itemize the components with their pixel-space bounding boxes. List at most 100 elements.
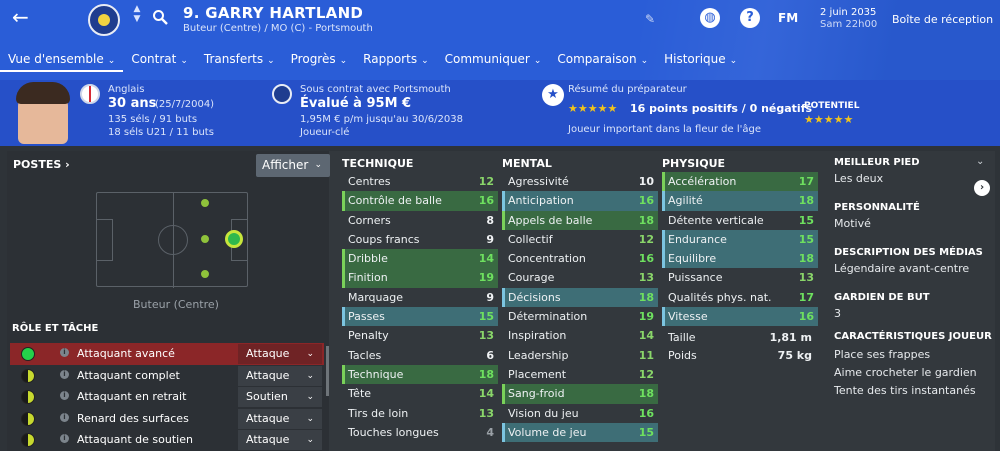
attribute-row[interactable]: Vision du jeu 16	[502, 404, 658, 423]
key-attribute-marker	[662, 229, 665, 250]
tab-communiquer[interactable]: Communiquer ⌄	[437, 46, 550, 72]
search-icon[interactable]	[152, 9, 168, 25]
attribute-row[interactable]: Volume de jeu 15	[502, 422, 658, 443]
position-dot-am-centre[interactable]	[200, 234, 210, 244]
attribute-value: 9	[486, 232, 494, 246]
back-arrow-icon[interactable]: ←	[12, 6, 34, 28]
attribute-row[interactable]: Marquage 9	[342, 288, 498, 307]
positions-title[interactable]: POSTES ›	[13, 158, 70, 171]
attribute-row[interactable]: Agressivité 10	[502, 172, 658, 191]
attribute-name: Leadership	[508, 348, 569, 362]
inbox-button[interactable]: Boîte de réception	[892, 13, 993, 26]
attribute-row[interactable]: Technique 18	[342, 364, 498, 385]
attribute-row[interactable]: Contrôle de balle 16	[342, 191, 498, 211]
attribute-row[interactable]: Appels de balle 18	[502, 210, 658, 230]
tab-historique[interactable]: Historique ⌄	[656, 46, 745, 72]
attribute-row[interactable]: Leadership 11	[502, 346, 658, 365]
duty-dropdown[interactable]: Soutien ⌄	[238, 387, 322, 407]
attribute-row[interactable]: Détente verticale 15	[662, 211, 818, 230]
attribute-row[interactable]: Endurance 15	[662, 229, 818, 250]
attribute-name: Décisions	[508, 290, 561, 304]
position-dot-striker[interactable]	[225, 230, 243, 248]
attribute-row[interactable]: Puissance 13	[662, 268, 818, 287]
attribute-value: 11	[638, 348, 654, 362]
role-row[interactable]: i Attaquant avancé Attaque ⌄	[10, 343, 324, 365]
help-icon[interactable]: ?	[740, 8, 760, 28]
role-row[interactable]: i Attaquant complet Attaque ⌄	[10, 365, 324, 387]
chevron-down-icon: ⌄	[306, 392, 314, 402]
attribute-row[interactable]: Inspiration 14	[502, 326, 658, 345]
duty-dropdown[interactable]: Attaque ⌄	[238, 430, 322, 450]
club-crest-icon[interactable]	[88, 4, 120, 36]
tab-transferts[interactable]: Transferts ⌄	[196, 46, 283, 72]
next-arrow-icon[interactable]: ›	[974, 180, 990, 196]
attribute-row[interactable]: Centres 12	[342, 172, 498, 191]
duty-dropdown[interactable]: Attaque ⌄	[238, 344, 322, 364]
attribute-name: Inspiration	[508, 329, 567, 343]
tab-label: Historique	[664, 52, 726, 66]
info-icon[interactable]: i	[60, 412, 69, 422]
attribute-row[interactable]: Corners 8	[342, 211, 498, 230]
duty-label: Attaque	[246, 411, 290, 425]
tab-label: Contrat	[131, 52, 177, 66]
game-date[interactable]: 2 juin 2035	[820, 7, 876, 18]
key-attribute-marker	[342, 268, 345, 288]
attribute-value: 12	[638, 367, 654, 381]
attribute-value: 13	[798, 271, 814, 285]
fm-menu-button[interactable]: FM	[778, 11, 798, 25]
attribute-value: 13	[478, 329, 494, 343]
duty-dropdown[interactable]: Attaque ⌄	[238, 365, 322, 386]
chevron-down-icon: ⌄	[640, 56, 649, 66]
info-icon[interactable]: i	[60, 391, 69, 400]
attribute-row[interactable]: Dribble 14	[342, 249, 498, 269]
attribute-row[interactable]: Touches longues 4	[342, 423, 498, 442]
attribute-value: 10	[638, 175, 654, 188]
chevron-down-icon: ⌄	[729, 56, 738, 66]
info-icon[interactable]: i	[60, 369, 69, 379]
attribute-row[interactable]: Penalty 13	[342, 326, 498, 345]
attribute-row[interactable]: Anticipation 16	[502, 191, 658, 211]
position-dot-am-left[interactable]	[200, 198, 210, 208]
afficher-dropdown[interactable]: Afficher ⌄	[256, 154, 330, 177]
attribute-row[interactable]: Accélération 17	[662, 172, 818, 192]
attribute-row[interactable]: Collectif 12	[502, 230, 658, 249]
attribute-value: 15	[798, 213, 814, 227]
attribute-row[interactable]: Détermination 19	[502, 307, 658, 326]
tab-vue-ensemble[interactable]: Vue d'ensemble ⌄	[0, 46, 124, 72]
tab-comparaison[interactable]: Comparaison ⌄	[549, 46, 656, 72]
attribute-row[interactable]: Passes 15	[342, 307, 498, 327]
attribute-row[interactable]: Concentration 16	[502, 249, 658, 268]
attribute-row[interactable]: Finition 19	[342, 268, 498, 288]
chevron-down-icon[interactable]: ⌄	[976, 156, 984, 167]
world-icon[interactable]: ◍	[700, 8, 720, 28]
position-dot-am-right[interactable]	[200, 269, 210, 279]
attribute-row[interactable]: Equilibre 18	[662, 249, 818, 269]
info-icon[interactable]: i	[60, 348, 69, 357]
attribute-row[interactable]: Tête 14	[342, 384, 498, 403]
attribute-row[interactable]: Sang-froid 18	[502, 384, 658, 404]
attribute-value: 6	[486, 348, 494, 362]
roles-scrollbar[interactable]	[326, 346, 329, 396]
attribute-row[interactable]: Agilité 18	[662, 191, 818, 211]
tab-progres[interactable]: Progrès ⌄	[283, 46, 356, 72]
attribute-row[interactable]: Coups francs 9	[342, 230, 498, 249]
role-row[interactable]: i Attaquant de soutien Attaque ⌄	[10, 429, 324, 451]
attribute-row[interactable]: Vitesse 16	[662, 307, 818, 327]
role-row[interactable]: i Attaquant en retrait Soutien ⌄	[10, 386, 324, 408]
game-time[interactable]: Sam 22h00	[820, 19, 877, 30]
edit-pencil-icon[interactable]: ✎	[645, 12, 655, 26]
attribute-row[interactable]: Courage 13	[502, 268, 658, 287]
player-navigation-arrows[interactable]: ▲ ▼	[131, 4, 143, 24]
attribute-row[interactable]: Tacles 6	[342, 346, 498, 365]
tab-contrat[interactable]: Contrat ⌄	[123, 46, 196, 72]
attribute-row[interactable]: Tirs de loin 13	[342, 404, 498, 423]
player-age: 30 ans	[108, 96, 157, 111]
tab-rapports[interactable]: Rapports ⌄	[355, 46, 436, 72]
attribute-row[interactable]: Décisions 18	[502, 287, 658, 308]
attribute-row[interactable]: Placement 12	[502, 365, 658, 384]
duty-dropdown[interactable]: Attaque ⌄	[238, 408, 322, 429]
attribute-row[interactable]: Qualités phys. nat. 17	[662, 288, 818, 307]
role-row[interactable]: i Renard des surfaces Attaque ⌄	[10, 408, 324, 430]
key-attribute-marker	[502, 210, 505, 230]
info-icon[interactable]: i	[60, 434, 69, 443]
